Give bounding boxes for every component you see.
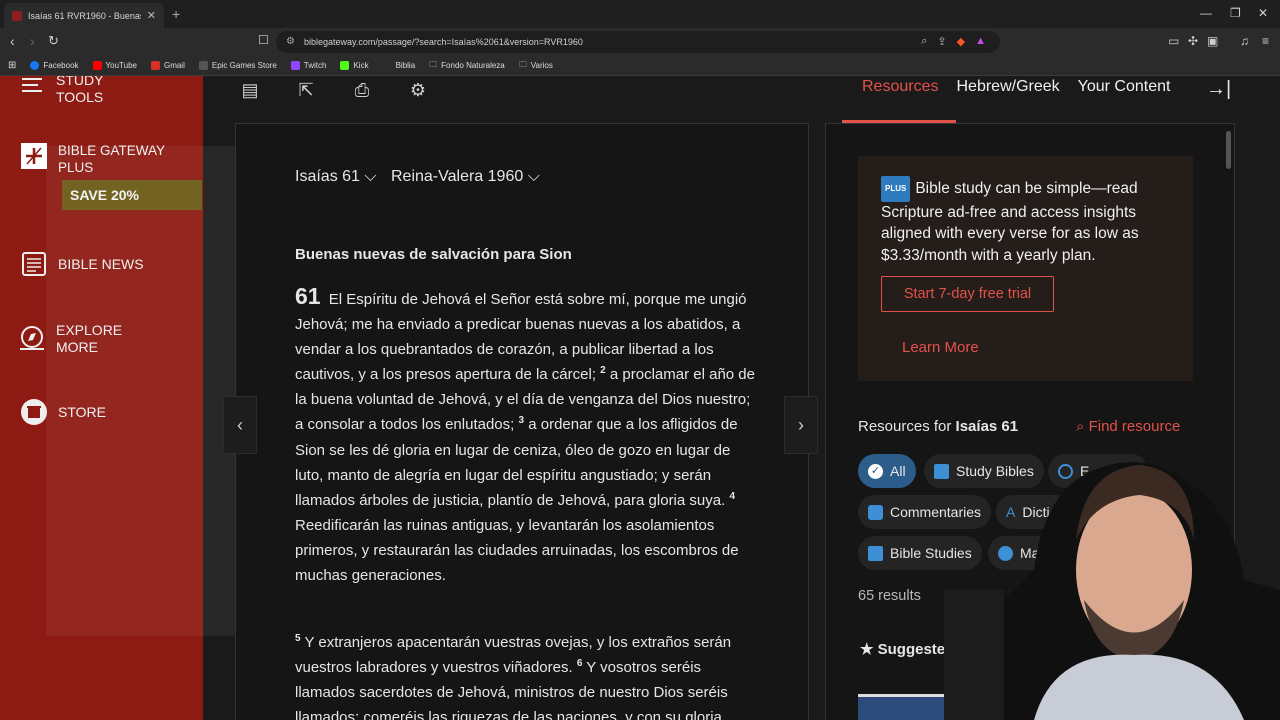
tab-resources[interactable]: Resources: [862, 78, 938, 96]
resources-for-title: Resources for Isaías 61: [858, 418, 1019, 435]
kick-icon: [340, 61, 350, 70]
free-trial-button[interactable]: Start 7-day free trial: [881, 276, 1054, 312]
share-icon[interactable]: ⇪: [937, 35, 946, 48]
promo-text: PLUS Bible study can be simple—read Scrip…: [881, 176, 1181, 266]
bookmark-biblia[interactable]: Biblia: [382, 61, 415, 70]
person-book-icon: [868, 545, 883, 561]
star-icon: ★: [860, 641, 874, 658]
search-icon: ⌕: [1076, 418, 1085, 435]
back-icon[interactable]: ‹: [10, 33, 15, 49]
next-chapter-button[interactable]: ›: [784, 396, 818, 454]
browser-toolbar: ‹ › ↻ ☐ ⚙ biblegateway.com/passage/?sear…: [0, 28, 1280, 56]
filter-chip-all[interactable]: ✓ All: [858, 454, 916, 488]
apps-grid-icon[interactable]: ⊞: [8, 60, 16, 71]
passage-tools: ▤ ⇱ ⎙ ⚙: [240, 80, 428, 102]
print-icon[interactable]: ⎙: [352, 80, 372, 102]
learn-more-link[interactable]: Learn More: [902, 339, 979, 356]
bookmark-youtube[interactable]: YouTube: [92, 61, 137, 70]
tab-strip: Isaías 61 RVR1960 - Buenas nue ✕ + — ❐ ✕: [0, 0, 1280, 28]
resource-tabs: Resources Hebrew/Greek Your Content: [862, 78, 1170, 96]
chevron-down-icon: ⌵: [527, 168, 540, 185]
reload-icon[interactable]: ↻: [48, 33, 59, 49]
plus-badge: PLUS: [881, 176, 911, 202]
bookmark-gmail[interactable]: Gmail: [150, 61, 185, 70]
bookmark-kick[interactable]: Kick: [340, 61, 369, 70]
media-icon[interactable]: ♫: [1240, 34, 1249, 48]
chevron-right-icon: ›: [798, 414, 804, 435]
browser-tab[interactable]: Isaías 61 RVR1960 - Buenas nue ✕: [4, 3, 164, 28]
bible-gateway-page: STUDY TOOLS BIBLE GATEWAY PLUS SAVE 20% …: [0, 76, 1280, 720]
sidebar-toggle-icon[interactable]: ▭: [1168, 34, 1179, 48]
brave-shield-icon[interactable]: ◆: [957, 35, 965, 48]
minimize-icon[interactable]: —: [1200, 6, 1212, 20]
chevron-down-icon: ⌵: [364, 168, 377, 185]
twitch-icon: [290, 61, 300, 70]
suggested-heading: ★ Suggested: [860, 641, 955, 658]
newspaper-icon: [22, 252, 46, 276]
find-resource-button[interactable]: ⌕ Find resource: [1076, 418, 1180, 435]
site-info-icon[interactable]: ⚙: [286, 36, 295, 47]
book-chapter-select[interactable]: Isaías 61 ⌵: [295, 168, 377, 186]
verse-number: 6: [576, 658, 583, 670]
verse-4: Reedificarán las ruinas antiguas, y leva…: [295, 516, 739, 585]
url-text: biblegateway.com/passage/?search=Isaías%…: [304, 37, 583, 47]
zoom-icon[interactable]: ⌕: [921, 35, 927, 48]
settings-gear-icon[interactable]: ⚙: [408, 80, 428, 102]
bookmark-twitch[interactable]: Twitch: [290, 61, 326, 70]
biblia-icon: [382, 61, 392, 70]
folder-icon: 🗀: [429, 59, 438, 69]
close-window-icon[interactable]: ✕: [1258, 6, 1268, 20]
maximize-icon[interactable]: ❐: [1230, 6, 1241, 20]
tab-your-content[interactable]: Your Content: [1078, 78, 1171, 96]
chevron-left-icon: ‹: [237, 414, 243, 435]
chapter-number: 61: [295, 283, 321, 309]
passage-text: 61 El Espíritu de Jehová el Señor está s…: [295, 283, 755, 588]
passage-text-continued: 5 Y extranjeros apacentarán vuestras ove…: [295, 630, 755, 720]
version-select[interactable]: Reina-Valera 1960 ⌵: [391, 168, 540, 186]
tab-hebrew-greek[interactable]: Hebrew/Greek: [956, 78, 1059, 96]
check-circle-icon: ✓: [868, 463, 883, 479]
panel-scrollbar[interactable]: [1226, 131, 1231, 169]
bible-gateway-favicon-icon: [12, 10, 22, 21]
webcam-overlay: [944, 462, 1280, 720]
wallet-icon[interactable]: ▣: [1207, 34, 1218, 48]
bookmark-facebook[interactable]: Facebook: [30, 61, 79, 70]
tab-title: Isaías 61 RVR1960 - Buenas nue: [28, 10, 141, 21]
bookmark-folder-fondo[interactable]: 🗀 Fondo Naturaleza: [429, 59, 505, 73]
parallel-view-icon[interactable]: ▤: [240, 80, 260, 102]
verse-number: 5: [295, 633, 301, 644]
sidebar-study-tools[interactable]: STUDY TOOLS: [18, 76, 178, 106]
extensions-icon[interactable]: ✣: [1188, 34, 1198, 48]
plus-promo-card: PLUS Bible study can be simple—read Scrip…: [858, 156, 1193, 381]
close-tab-icon[interactable]: ✕: [147, 9, 156, 22]
epic-games-icon: [198, 61, 208, 70]
bookmark-folder-varios[interactable]: 🗀 Varios: [519, 59, 553, 73]
share-passage-icon[interactable]: ⇱: [296, 80, 316, 102]
bookmarks-bar: ⊞ Facebook YouTube Gmail Epic Games Stor…: [0, 56, 1280, 76]
verse-number: 3: [518, 415, 525, 427]
verse-number: 2: [600, 365, 606, 377]
bookmark-epic-games[interactable]: Epic Games Store: [198, 61, 277, 70]
collapse-panel-icon[interactable]: →|: [1206, 78, 1231, 101]
study-tools-icon: [22, 78, 42, 92]
folder-icon: 🗀: [518, 59, 527, 69]
comment-icon: [868, 504, 883, 520]
facebook-icon: [30, 61, 40, 70]
suggested-resource-thumbnail[interactable]: [858, 694, 948, 720]
address-bar[interactable]: ⚙ biblegateway.com/passage/?search=Isaía…: [276, 31, 1000, 53]
brave-rewards-icon[interactable]: ▲: [975, 35, 986, 48]
youtube-icon: [92, 61, 102, 70]
menu-icon[interactable]: ≡: [1262, 34, 1269, 48]
results-count: 65 results: [858, 588, 921, 604]
verse-number: 4: [729, 490, 735, 502]
compass-icon: [20, 326, 44, 350]
forward-icon[interactable]: ›: [30, 33, 35, 49]
passage-heading: Buenas nuevas de salvación para Sion: [295, 246, 572, 263]
gmail-icon: [150, 61, 160, 70]
bookmark-icon[interactable]: ☐: [258, 33, 269, 47]
new-tab-icon[interactable]: +: [172, 6, 180, 22]
previous-chapter-button[interactable]: ‹: [223, 396, 257, 454]
plus-icon: [21, 143, 47, 169]
store-icon: [21, 399, 47, 425]
